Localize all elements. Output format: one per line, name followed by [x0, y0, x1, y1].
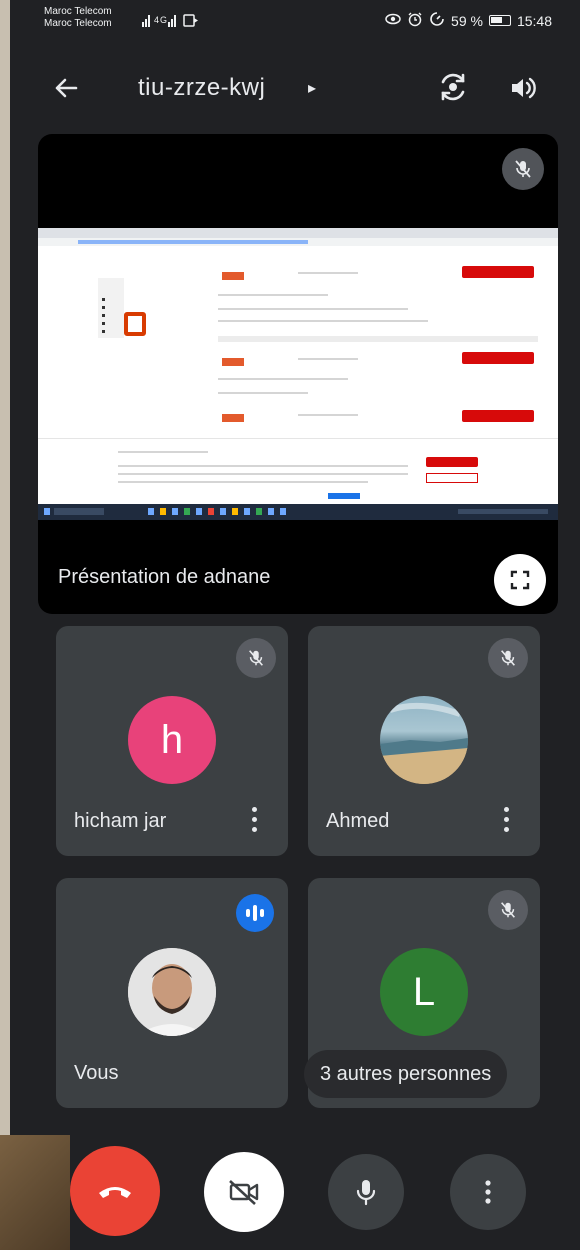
hang-up-icon: [99, 1187, 131, 1198]
taskbar-app-icon: [220, 508, 226, 515]
text-line: [218, 392, 308, 394]
camera-toggle-button[interactable]: [204, 1152, 284, 1232]
speaker-icon[interactable]: [506, 72, 538, 104]
signal-icon: 4G: [142, 12, 212, 31]
alarm-icon: [407, 11, 423, 30]
background-strip: [0, 0, 10, 1250]
participant-tile-others[interactable]: L 3 autres personnes: [304, 878, 540, 1108]
start-icon: [44, 508, 50, 515]
shared-screen-content: [38, 228, 558, 520]
avatar: [380, 696, 468, 784]
meeting-top-bar: tiu-zrze-kwj ▸: [10, 58, 580, 118]
product-thumbnail: [98, 278, 218, 368]
back-arrow-icon[interactable]: [50, 72, 82, 104]
browser-url: [78, 240, 308, 244]
text-line: [218, 308, 408, 310]
add-to-cart-button: [462, 352, 534, 364]
participant-name: hicham jar: [74, 810, 167, 832]
mic-off-icon: [236, 638, 276, 678]
participant-name: Ahmed: [326, 810, 390, 832]
text-line: [118, 481, 368, 483]
signal-network-type: 4G: [154, 15, 168, 25]
speaking-indicator-icon: [236, 894, 274, 932]
accept-cookies-button: [426, 457, 478, 467]
mic-off-icon: [502, 148, 544, 190]
avatar: [128, 948, 216, 1036]
text-line: [118, 465, 408, 467]
text-line: [298, 414, 358, 416]
taskbar-app-icon: [268, 508, 274, 515]
more-vert-icon: [485, 1180, 491, 1204]
mic-off-icon: [488, 638, 528, 678]
price-tag: [222, 272, 244, 280]
avatar: L: [380, 948, 468, 1036]
windows-taskbar: [38, 504, 558, 520]
clock: 15:48: [516, 12, 552, 29]
participant-name: Vous: [74, 1062, 119, 1084]
taskbar-app-icon: [160, 508, 166, 515]
fullscreen-icon: [510, 570, 530, 590]
microphone-toggle-button[interactable]: [328, 1154, 404, 1230]
carrier-names: Maroc Telecom Maroc Telecom: [44, 6, 112, 30]
presentation-label: Présentation de adnane: [58, 566, 271, 588]
customize-cookies-button: [426, 473, 478, 483]
participant-tile-self[interactable]: Vous: [56, 878, 288, 1108]
participant-tile-ahmed[interactable]: Ahmed: [308, 626, 540, 856]
cookie-banner: [38, 438, 558, 502]
taskbar-app-icon: [148, 508, 154, 515]
taskbar-app-icon: [208, 508, 214, 515]
blue-button: [328, 493, 360, 499]
browser-tab-bar: [38, 228, 558, 238]
add-to-cart-button: [462, 266, 534, 278]
section-divider: [218, 336, 538, 342]
mic-off-icon: [488, 890, 528, 930]
status-right: 59 % 15:48: [385, 11, 552, 30]
chevron-right-icon[interactable]: ▸: [308, 78, 316, 97]
camera-off-icon: [229, 1180, 259, 1205]
meeting-code[interactable]: tiu-zrze-kwj: [138, 74, 265, 102]
carrier-1: Maroc Telecom: [44, 6, 112, 17]
end-call-button[interactable]: [70, 1146, 160, 1236]
add-to-cart-button: [462, 410, 534, 422]
more-options-icon[interactable]: [246, 804, 262, 834]
taskbar-tray: [458, 509, 548, 514]
text-line: [218, 320, 428, 322]
text-line: [218, 294, 328, 296]
taskbar-app-icon: [244, 508, 250, 515]
participant-tile-hicham[interactable]: h hicham jar: [56, 626, 288, 856]
office-logo-icon: [124, 312, 146, 336]
taskbar-app-icon: [232, 508, 238, 515]
battery-percent: 59 %: [451, 12, 483, 29]
taskbar-app-icon: [172, 508, 178, 515]
presentation-tile[interactable]: Présentation de adnane: [38, 134, 558, 614]
switch-camera-icon[interactable]: [436, 70, 470, 104]
more-options-icon[interactable]: [498, 804, 514, 834]
status-bar: Maroc Telecom Maroc Telecom 4G 59 % 15:4…: [10, 0, 580, 44]
taskbar-app-icon: [256, 508, 262, 515]
price-tag: [222, 358, 244, 366]
fullscreen-button[interactable]: [494, 554, 546, 606]
microphone-icon: [356, 1180, 376, 1206]
avatar: h: [128, 696, 216, 784]
battery-icon: [488, 15, 511, 26]
taskbar-app-icon: [196, 508, 202, 515]
call-controls: [10, 1140, 580, 1240]
eye-icon: [385, 12, 401, 29]
price-tag: [222, 414, 244, 422]
text-line: [218, 378, 348, 380]
text-line: [298, 272, 358, 274]
taskbar-search: [54, 508, 104, 515]
text-line: [298, 358, 358, 360]
more-options-button[interactable]: [450, 1154, 526, 1230]
text-line: [118, 451, 208, 453]
taskbar-app-icon: [184, 508, 190, 515]
data-saver-icon: [429, 11, 445, 30]
others-count-label[interactable]: 3 autres personnes: [304, 1050, 508, 1098]
text-line: [118, 473, 408, 475]
carrier-2: Maroc Telecom: [44, 18, 112, 29]
taskbar-app-icon: [280, 508, 286, 515]
